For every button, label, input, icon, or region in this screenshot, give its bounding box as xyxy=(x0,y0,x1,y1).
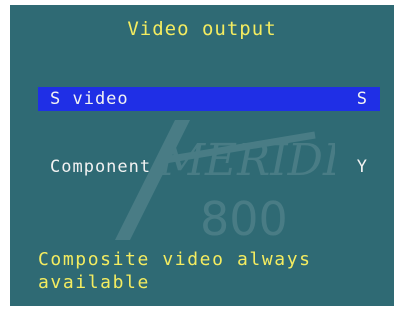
video-output-screen: MERIDIAN 800 Video output S video S Comp… xyxy=(10,5,394,306)
footer-line-2: available xyxy=(38,272,150,293)
svg-text:800: 800 xyxy=(200,192,288,246)
menu-item-value: S xyxy=(356,89,368,109)
menu-item-s-video[interactable]: S video S xyxy=(38,87,380,111)
menu-item-label: Component xyxy=(50,157,152,177)
menu-item-component[interactable]: Component Y xyxy=(38,155,380,179)
menu-item-label: S video xyxy=(50,89,129,109)
menu-item-value: Y xyxy=(356,157,368,177)
footer-line-1: Composite video always xyxy=(38,249,312,270)
footer-note: Composite video always available xyxy=(38,248,383,294)
screen-title: Video output xyxy=(127,18,277,40)
